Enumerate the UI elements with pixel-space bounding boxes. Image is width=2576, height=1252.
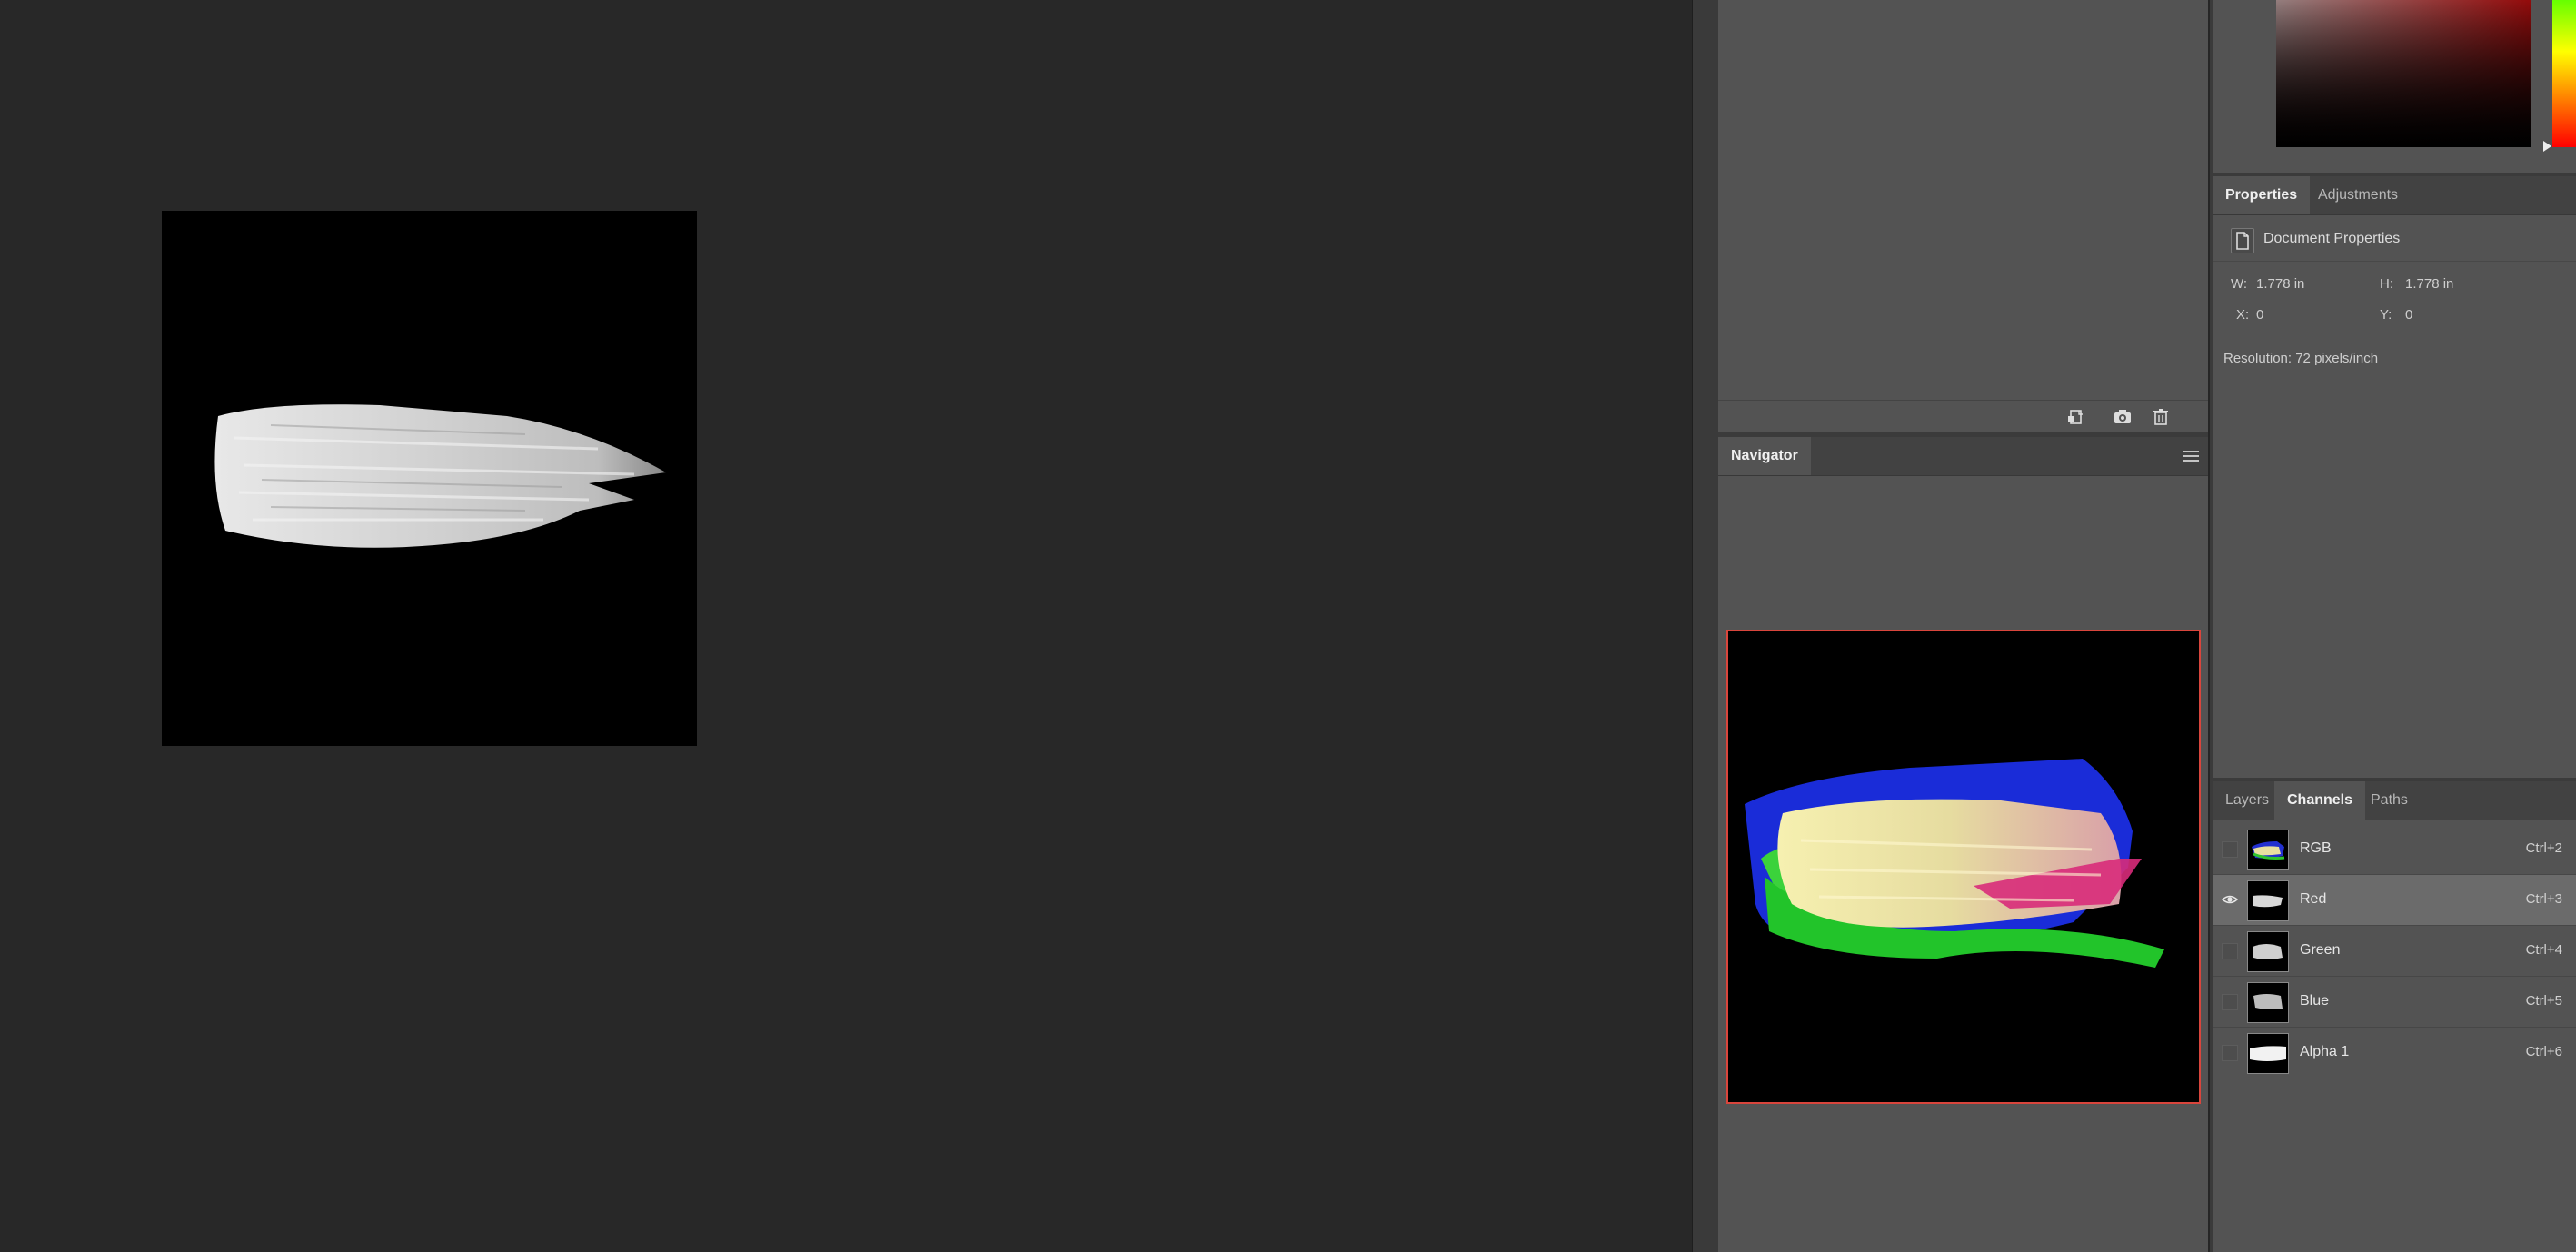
navigator-tab-bar: Navigator [1718, 437, 2208, 476]
channel-name: RGB [2300, 840, 2332, 856]
color-saturation-field[interactable] [2276, 0, 2531, 147]
channel-name: Alpha 1 [2300, 1044, 2350, 1059]
collapsed-dock-strip[interactable] [1692, 0, 1719, 1252]
channel-row-alpha-1[interactable]: Alpha 1 Ctrl+6 [2213, 1028, 2576, 1078]
properties-title: Document Properties [2263, 231, 2401, 246]
x-value[interactable]: 0 [2256, 307, 2263, 323]
visibility-toggle[interactable] [2222, 1045, 2238, 1061]
channel-shortcut: Ctrl+5 [2525, 993, 2562, 1009]
trash-icon[interactable] [2151, 409, 2171, 425]
channel-row-green[interactable]: Green Ctrl+4 [2213, 926, 2576, 977]
width-label: W: [2231, 276, 2248, 292]
channel-thumbnail [2247, 880, 2289, 921]
height-label: H: [2380, 276, 2393, 292]
channel-row-red[interactable]: Red Ctrl+3 [2213, 875, 2576, 926]
channel-name: Red [2300, 891, 2327, 907]
tab-adjustments[interactable]: Adjustments [2305, 176, 2411, 214]
height-value[interactable]: 1.778 in [2405, 276, 2453, 292]
channel-thumbnail [2247, 1033, 2289, 1074]
hue-slider[interactable] [2552, 0, 2576, 147]
layers-tab-bar: Layers Channels Paths [2213, 781, 2576, 820]
eye-icon[interactable] [2222, 892, 2238, 907]
channel-thumbnail [2247, 982, 2289, 1023]
color-picker-panel [2213, 0, 2576, 173]
channel-shortcut: Ctrl+3 [2525, 891, 2562, 907]
tab-channels[interactable]: Channels [2274, 781, 2366, 820]
channel-row-blue[interactable]: Blue Ctrl+5 [2213, 977, 2576, 1028]
history-panel[interactable] [1718, 0, 2208, 432]
y-value[interactable]: 0 [2405, 307, 2412, 323]
visibility-toggle[interactable] [2222, 943, 2238, 959]
channel-row-rgb[interactable]: RGB Ctrl+2 [2213, 824, 2576, 875]
y-label: Y: [2380, 307, 2392, 323]
triangle-marker-icon[interactable] [2543, 141, 2551, 152]
properties-tab-bar: Properties Adjustments [2213, 176, 2576, 215]
visibility-toggle[interactable] [2222, 841, 2238, 858]
navigator-preview[interactable] [1726, 630, 2201, 1104]
tab-layers[interactable]: Layers [2213, 781, 2282, 820]
channel-thumbnail [2247, 830, 2289, 870]
channel-shortcut: Ctrl+6 [2525, 1044, 2562, 1059]
tab-properties[interactable]: Properties [2213, 176, 2311, 214]
width-value[interactable]: 1.778 in [2256, 276, 2304, 292]
channel-name: Green [2300, 942, 2341, 958]
document-canvas-area[interactable] [0, 0, 1692, 1252]
channel-thumbnail [2247, 931, 2289, 972]
middle-panel-column: Navigator [1718, 0, 2208, 1252]
channel-shortcut: Ctrl+4 [2525, 942, 2562, 958]
camera-snapshot-icon[interactable] [2113, 409, 2133, 425]
document-image-red-channel[interactable] [162, 211, 697, 746]
navigator-thumbnail-color-stroke [1745, 759, 2164, 968]
new-document-from-state-icon[interactable] [2067, 409, 2087, 425]
right-panel-column: Properties Adjustments Document Properti… [2210, 0, 2576, 1252]
document-icon [2231, 228, 2254, 253]
history-panel-footer [1718, 400, 2208, 432]
channel-name: Blue [2300, 993, 2330, 1009]
tab-navigator[interactable]: Navigator [1718, 437, 1811, 475]
properties-header: Document Properties [2213, 215, 2576, 262]
hamburger-menu-icon[interactable] [2183, 448, 2199, 462]
tab-paths[interactable]: Paths [2358, 781, 2421, 820]
channel-shortcut: Ctrl+2 [2525, 840, 2562, 856]
brush-stroke-grayscale [214, 404, 666, 548]
resolution-text: Resolution: 72 pixels/inch [2223, 351, 2379, 366]
visibility-toggle[interactable] [2222, 994, 2238, 1010]
x-label: X: [2236, 307, 2250, 323]
